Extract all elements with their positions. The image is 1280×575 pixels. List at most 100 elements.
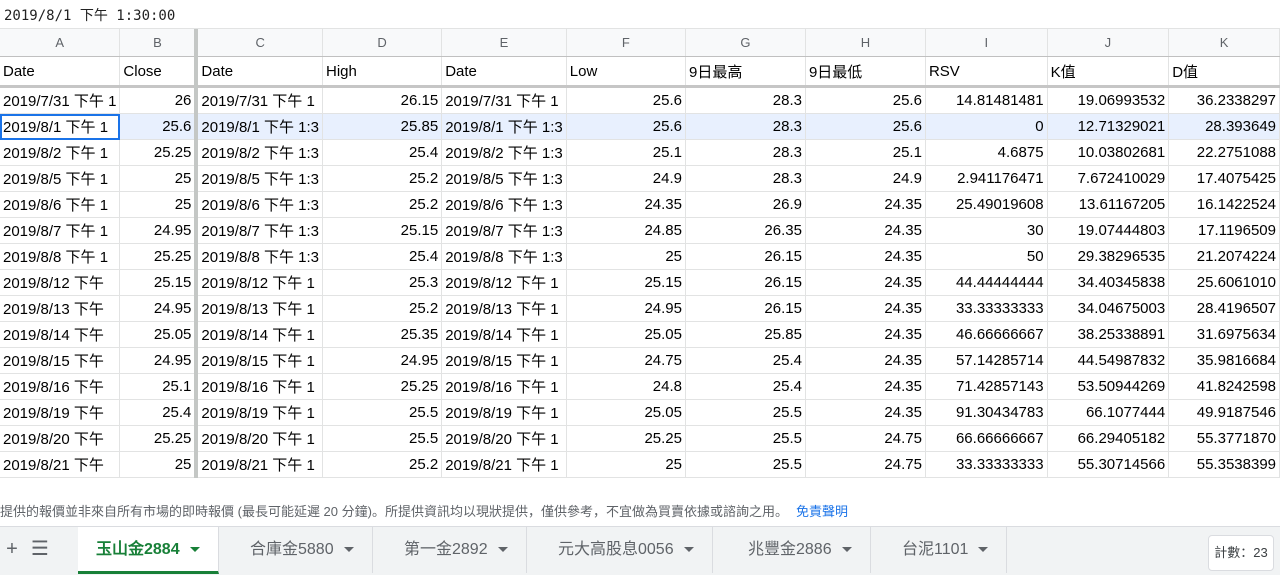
table-cell[interactable]: 25.4 [685, 373, 806, 400]
column-header-h[interactable]: H [805, 29, 926, 57]
table-cell[interactable]: 25 [566, 451, 687, 478]
chevron-down-icon[interactable] [841, 547, 852, 553]
spreadsheet-grid[interactable]: ABCDEFGHIJK Date Close Date High Date Low 9日最高… [0, 29, 1280, 497]
field-header-cell[interactable]: 9日最低 [805, 56, 926, 88]
table-cell[interactable]: 35.9816684 [1168, 347, 1280, 374]
table-cell[interactable]: 2019/8/21 下午 1 [441, 451, 567, 478]
sheet-tab[interactable]: 元大高股息0056 [540, 527, 713, 573]
table-cell[interactable]: 24.35 [805, 295, 926, 322]
table-cell[interactable]: 25.25 [566, 425, 687, 452]
table-cell[interactable]: 2019/8/2 下午 1:3 [441, 139, 567, 166]
table-cell[interactable]: 26.9 [685, 191, 806, 218]
table-cell[interactable]: 24.35 [805, 269, 926, 296]
field-header-cell[interactable]: Date [441, 56, 567, 88]
table-cell[interactable]: 91.30434783 [925, 399, 1048, 426]
table-cell[interactable]: 2019/8/19 下午 1 [441, 399, 567, 426]
table-cell[interactable]: 25.6 [566, 86, 687, 114]
field-header-cell[interactable]: K值 [1047, 56, 1170, 88]
table-cell[interactable]: 25.2 [322, 165, 443, 192]
table-cell[interactable]: 36.2338297 [1168, 86, 1280, 114]
table-cell[interactable]: 57.14285714 [925, 347, 1048, 374]
table-cell[interactable]: 28.3 [685, 165, 806, 192]
table-cell[interactable]: 24.35 [805, 243, 926, 270]
table-cell[interactable]: 2019/8/7 下午 1 [0, 217, 121, 244]
formula-bar-value[interactable]: 2019/8/1 下午 1:30:00 [4, 5, 175, 25]
table-cell[interactable]: 2019/8/7 下午 1:3 [196, 217, 323, 244]
table-cell[interactable]: 34.40345838 [1047, 269, 1170, 296]
table-cell[interactable]: 24.75 [805, 425, 926, 452]
sheet-tab[interactable]: 玉山金2884 [78, 527, 219, 574]
table-cell[interactable]: 25.4 [322, 139, 443, 166]
table-cell[interactable]: 24.95 [119, 347, 199, 374]
field-header-cell[interactable]: RSV [925, 56, 1048, 88]
table-cell[interactable]: 24.75 [566, 347, 687, 374]
table-cell[interactable]: 24.95 [322, 347, 443, 374]
table-cell[interactable]: 24.35 [805, 347, 926, 374]
table-cell[interactable]: 2019/8/19 下午 [0, 399, 121, 426]
table-cell[interactable]: 2019/8/1 下午 1:3 [441, 113, 567, 140]
table-cell[interactable]: 28.3 [685, 113, 806, 140]
table-cell[interactable]: 2019/8/20 下午 [0, 425, 121, 452]
table-cell[interactable]: 2019/8/13 下午 1 [441, 295, 567, 322]
table-cell[interactable]: 16.1422524 [1168, 191, 1280, 218]
column-header-i[interactable]: I [925, 29, 1048, 57]
table-cell[interactable]: 2019/8/5 下午 1:3 [196, 165, 323, 192]
table-cell[interactable]: 25.1 [805, 139, 926, 166]
table-cell[interactable]: 66.29405182 [1047, 425, 1170, 452]
table-cell[interactable]: 28.4196507 [1168, 295, 1280, 322]
table-cell[interactable]: 24.35 [805, 191, 926, 218]
table-cell[interactable]: 25.5 [685, 425, 806, 452]
sheet-tab[interactable]: 兆豐金2886 [730, 527, 871, 573]
table-cell[interactable]: 46.66666667 [925, 321, 1048, 348]
table-cell[interactable]: 24.95 [566, 295, 687, 322]
field-header-cell[interactable]: Close [119, 56, 199, 88]
table-cell[interactable]: 26.35 [685, 217, 806, 244]
table-cell[interactable]: 24.35 [805, 373, 926, 400]
table-cell[interactable]: 2019/8/14 下午 [0, 321, 121, 348]
chevron-down-icon[interactable] [497, 547, 508, 553]
sheet-tab[interactable]: 合庫金5880 [232, 527, 373, 573]
table-cell[interactable]: 25 [119, 191, 199, 218]
table-cell[interactable]: 2019/8/14 下午 1 [441, 321, 567, 348]
table-cell[interactable]: 25.05 [119, 321, 199, 348]
column-header-c[interactable]: C [196, 29, 323, 57]
column-header-d[interactable]: D [322, 29, 443, 57]
table-cell[interactable]: 25.85 [322, 113, 443, 140]
table-cell[interactable]: 10.03802681 [1047, 139, 1170, 166]
table-cell[interactable]: 2019/8/20 下午 1 [441, 425, 567, 452]
table-cell[interactable]: 25.1 [119, 373, 199, 400]
table-cell[interactable]: 26 [119, 86, 199, 114]
table-cell[interactable]: 14.81481481 [925, 86, 1048, 114]
chevron-down-icon[interactable] [683, 547, 694, 553]
chevron-down-icon[interactable] [343, 547, 354, 553]
table-cell[interactable]: 2019/8/20 下午 1 [196, 425, 323, 452]
table-cell[interactable]: 2019/8/13 下午 1 [196, 295, 323, 322]
table-cell[interactable]: 2019/8/6 下午 1:3 [196, 191, 323, 218]
table-cell[interactable]: 30 [925, 217, 1048, 244]
table-cell[interactable]: 31.6975634 [1168, 321, 1280, 348]
column-header-b[interactable]: B [119, 29, 199, 57]
table-cell[interactable]: 19.07444803 [1047, 217, 1170, 244]
table-cell[interactable]: 2019/8/1 下午 1 [0, 113, 121, 140]
table-cell[interactable]: 33.33333333 [925, 451, 1048, 478]
table-cell[interactable]: 2019/8/12 下午 1 [196, 269, 323, 296]
table-cell[interactable]: 17.1196509 [1168, 217, 1280, 244]
column-header-f[interactable]: F [566, 29, 687, 57]
table-cell[interactable]: 25.2 [322, 451, 443, 478]
all-sheets-menu-icon[interactable]: ☰ [28, 537, 52, 561]
table-cell[interactable]: 13.61167205 [1047, 191, 1170, 218]
table-cell[interactable]: 2019/8/8 下午 1 [0, 243, 121, 270]
table-cell[interactable]: 2019/8/21 下午 1 [196, 451, 323, 478]
table-cell[interactable]: 66.66666667 [925, 425, 1048, 452]
table-cell[interactable]: 24.75 [805, 451, 926, 478]
table-cell[interactable]: 2019/8/8 下午 1:3 [196, 243, 323, 270]
table-cell[interactable]: 25.15 [119, 269, 199, 296]
table-cell[interactable]: 50 [925, 243, 1048, 270]
column-header-j[interactable]: J [1047, 29, 1170, 57]
field-header-cell[interactable]: D值 [1168, 56, 1280, 88]
table-cell[interactable]: 49.9187546 [1168, 399, 1280, 426]
table-cell[interactable]: 24.9 [805, 165, 926, 192]
field-header-cell[interactable]: Low [566, 56, 687, 88]
table-cell[interactable]: 25.25 [119, 425, 199, 452]
table-cell[interactable]: 25.4 [322, 243, 443, 270]
